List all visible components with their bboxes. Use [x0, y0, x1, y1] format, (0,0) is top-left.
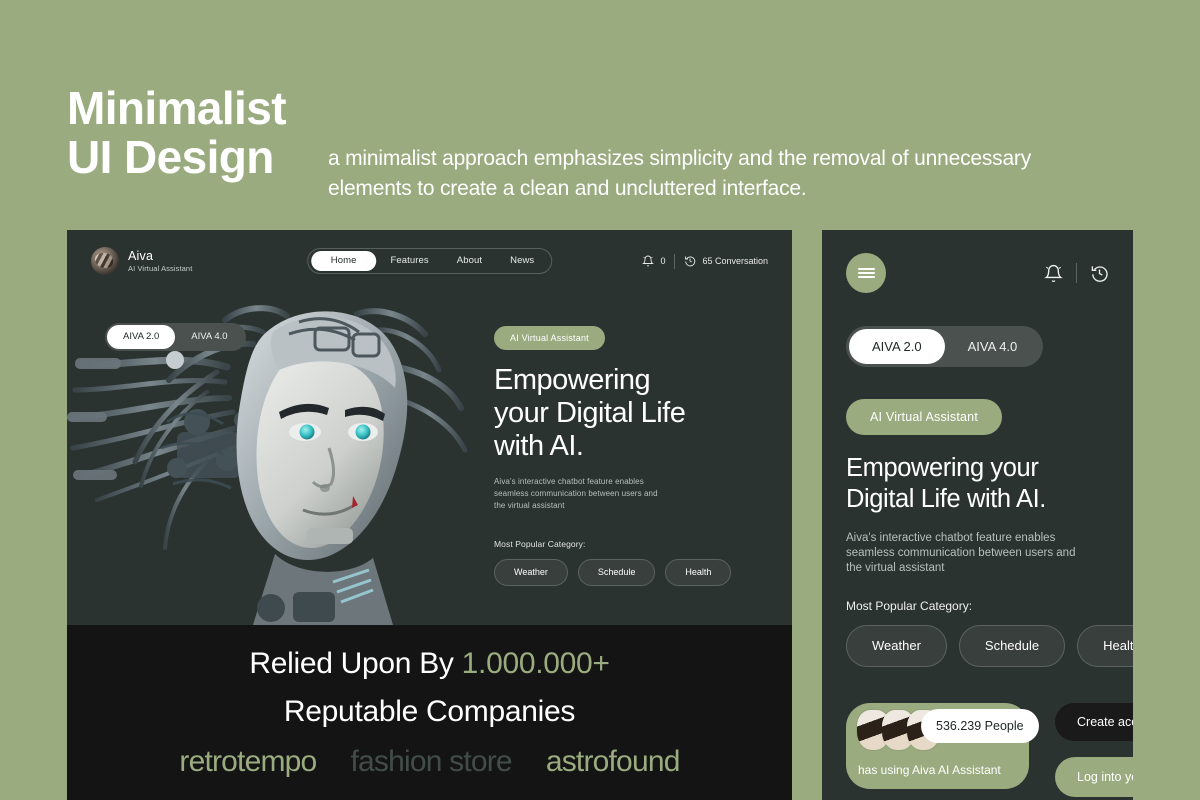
company-logo-astrofound: astrofound — [545, 745, 681, 778]
version-option-aiva-4[interactable]: AIVA 4.0 — [175, 325, 243, 349]
category-chip-row: Weather Schedule Health — [494, 559, 764, 586]
mobile-navbar-actions — [1044, 263, 1109, 283]
relied-line2: Reputable Companies — [283, 695, 576, 728]
mobile-mockup: AIVA 2.0 AIVA 4.0 AI Virtual Assistant E… — [822, 230, 1133, 800]
mobile-social-proof-card: 536.239 People has using Aiva AI Assista… — [846, 703, 1039, 789]
hero-content: AI Virtual Assistant Empowering your Dig… — [494, 326, 764, 586]
mobile-social-proof-count: 536.239 People — [921, 709, 1039, 743]
navbar-divider — [674, 253, 676, 269]
desktop-navbar: Aiva AI Virtual Assistant Home Features … — [67, 230, 792, 292]
mobile-category-chip-health[interactable]: Health — [1077, 625, 1133, 667]
category-chip-health[interactable]: Health — [665, 559, 732, 586]
hero-badge: AI Virtual Assistant — [494, 326, 605, 350]
company-logo-fashion-store: fashion store — [350, 745, 512, 778]
category-chip-schedule[interactable]: Schedule — [577, 559, 656, 586]
mobile-hero-badge: AI Virtual Assistant — [846, 399, 1002, 435]
notifications-button[interactable]: 0 — [642, 255, 665, 267]
robot-avatar-icon — [91, 247, 119, 275]
version-option-aiva-2[interactable]: AIVA 2.0 — [107, 325, 176, 349]
company-logo-row: retrotempo fashion store astrofound — [67, 745, 792, 779]
relied-line1-prefix: Relied Upon By — [249, 647, 462, 680]
history-icon[interactable] — [1090, 264, 1109, 283]
bell-icon[interactable] — [1044, 264, 1063, 283]
brand-logo[interactable]: Aiva AI Virtual Assistant — [91, 247, 192, 275]
mobile-navbar — [822, 230, 1133, 293]
page-title: Minimalist UI Design — [67, 82, 287, 183]
mobile-version-toggle: AIVA 2.0 AIVA 4.0 — [846, 326, 1044, 367]
desktop-hero-section: Aiva AI Virtual Assistant Home Features … — [67, 230, 792, 625]
nav-item-news[interactable]: News — [496, 251, 548, 271]
brand-tagline: AI Virtual Assistant — [128, 264, 193, 273]
navbar-actions: 0 65 Conversation — [642, 253, 768, 269]
mobile-category-chip-schedule[interactable]: Schedule — [958, 625, 1066, 667]
desktop-mockup: Aiva AI Virtual Assistant Home Features … — [67, 230, 792, 800]
notification-count: 0 — [660, 256, 666, 266]
category-chip-weather[interactable]: Weather — [494, 559, 568, 586]
mobile-hero-heading: Empowering your Digital Life with AI. — [846, 454, 1046, 513]
main-nav: Home Features About News — [306, 248, 553, 274]
conversations-button[interactable]: 65 Conversation — [684, 255, 768, 267]
page-subtitle: a minimalist approach emphasizes simplic… — [328, 147, 1032, 200]
relied-highlight: 1.000.000+ — [461, 647, 610, 680]
mobile-category-chip-weather[interactable]: Weather — [846, 625, 947, 667]
mobile-category-chip-row: Weather Schedule Health — [846, 625, 1133, 667]
mobile-navbar-divider — [1076, 263, 1077, 283]
mobile-category-label: Most Popular Category: — [846, 599, 973, 613]
company-logo-retrotempo: retrotempo — [179, 745, 317, 778]
mobile-version-option-aiva-4[interactable]: AIVA 4.0 — [945, 329, 1041, 364]
conversation-count-label: 65 Conversation — [702, 256, 768, 266]
category-label: Most Popular Category: — [494, 539, 586, 549]
mobile-create-account-button[interactable]: Create accou — [1055, 703, 1133, 741]
bell-icon — [642, 255, 655, 267]
relied-upon-section: Relied Upon By 1.000.000+ Reputable Comp… — [67, 625, 792, 800]
hero-heading: Empowering your Digital Life with AI. — [494, 364, 686, 462]
relied-heading: Relied Upon By 1.000.000+ Reputable Comp… — [67, 625, 792, 736]
hamburger-menu-icon[interactable] — [846, 253, 886, 293]
mobile-social-proof-caption: has using Aiva AI Assistant — [858, 763, 1001, 777]
version-toggle: AIVA 2.0 AIVA 4.0 — [105, 323, 246, 351]
nav-item-features[interactable]: Features — [376, 251, 442, 271]
nav-item-home[interactable]: Home — [310, 251, 377, 271]
nav-item-about[interactable]: About — [443, 251, 496, 271]
mobile-version-option-aiva-2[interactable]: AIVA 2.0 — [849, 329, 945, 364]
history-icon — [685, 256, 696, 267]
poster-header: Minimalist UI Design a minimalist approa… — [67, 84, 1137, 214]
mobile-login-button[interactable]: Log into your — [1055, 757, 1133, 797]
brand-name: Aiva — [128, 248, 154, 263]
mobile-hero-paragraph: Aiva's interactive chatbot feature enabl… — [846, 532, 1076, 574]
hero-paragraph: Aiva's interactive chatbot feature enabl… — [494, 477, 658, 510]
